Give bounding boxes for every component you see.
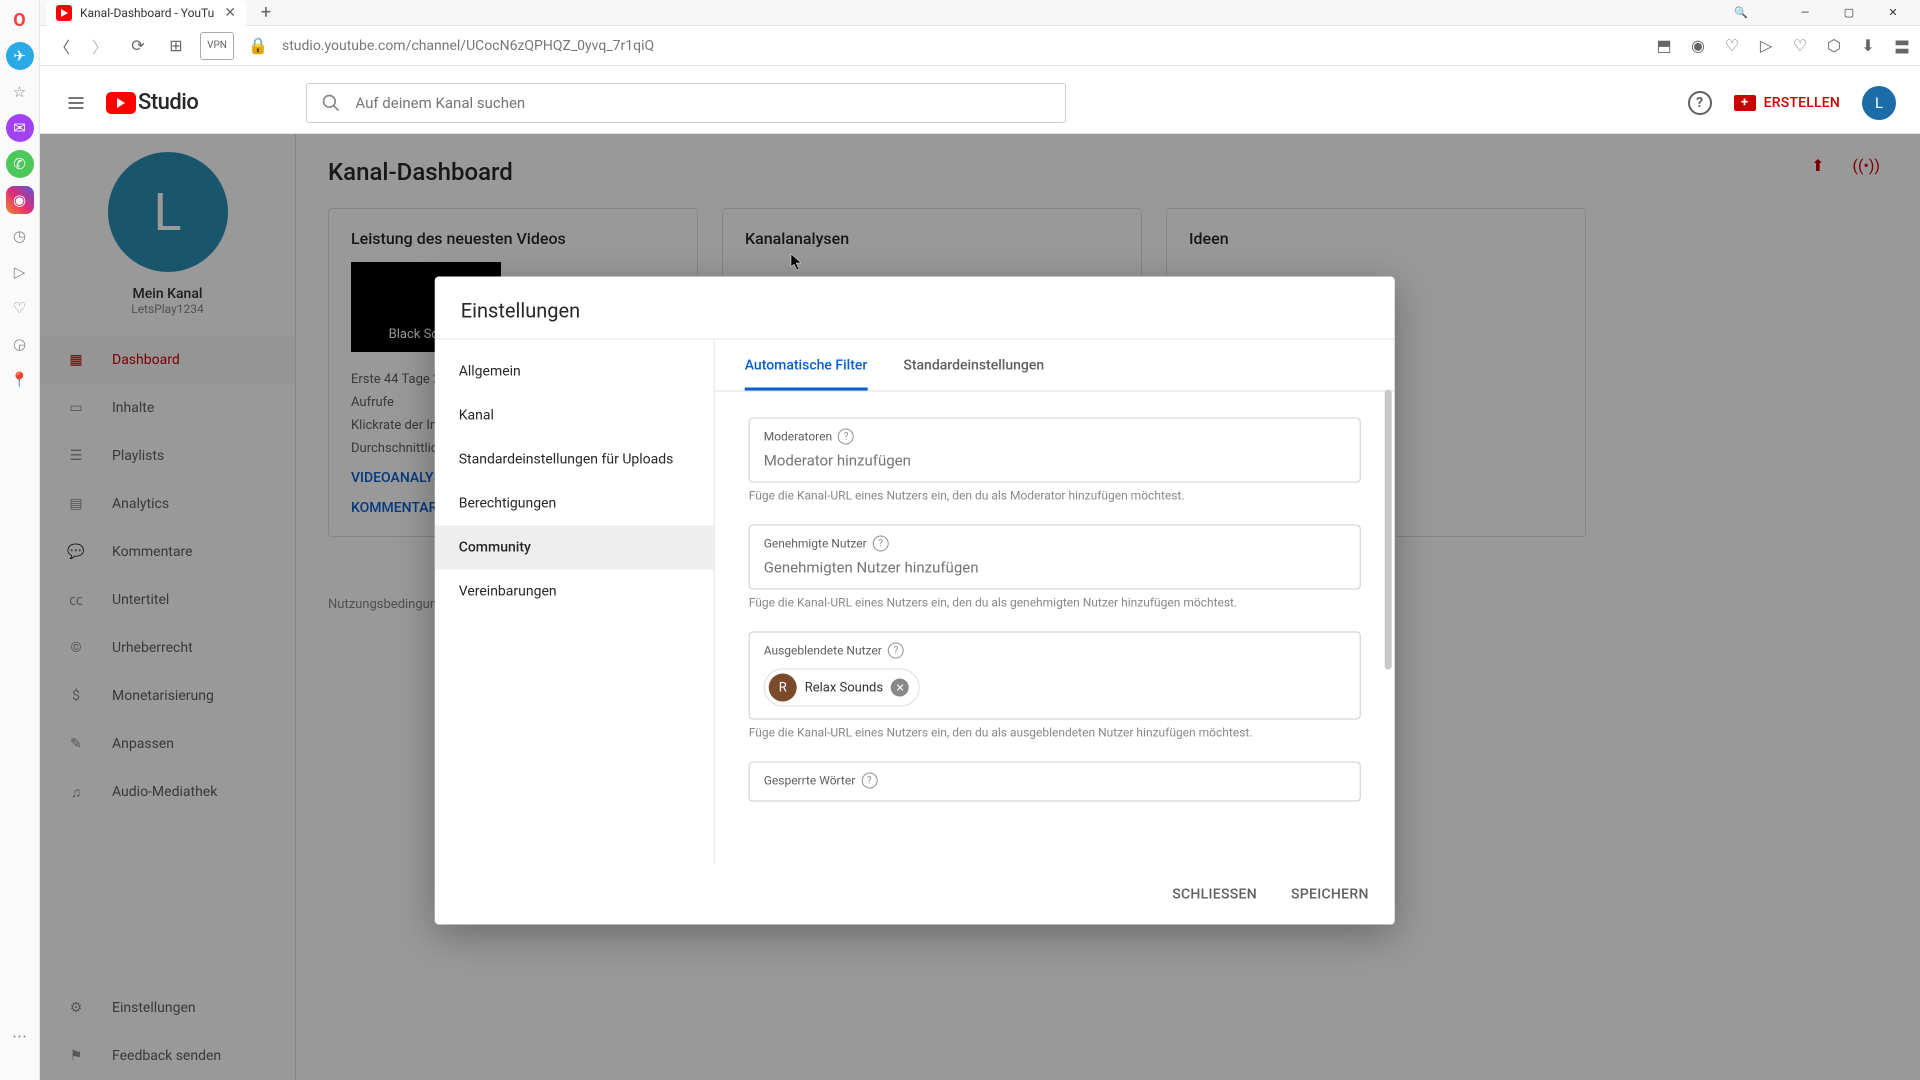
modal-nav-channel[interactable]: Kanal <box>435 394 714 438</box>
reload-button[interactable]: ⟳ <box>124 32 152 60</box>
tab-defaults[interactable]: Standardeinstellungen <box>903 340 1044 391</box>
help-icon[interactable]: ? <box>861 773 877 789</box>
chip-avatar: R <box>769 674 797 702</box>
chip-remove-icon[interactable]: ✕ <box>891 679 909 697</box>
chip-name: Relax Sounds <box>805 680 883 695</box>
moderators-help: Füge die Kanal-URL eines Nutzers ein, de… <box>749 489 1361 503</box>
easy-setup-icon[interactable]: 〓 <box>1892 36 1912 56</box>
settings-modal: Einstellungen Allgemein Kanal Standardei… <box>435 277 1395 925</box>
hidden-user-chip: R Relax Sounds ✕ <box>764 669 920 707</box>
whatsapp-icon[interactable]: ✆ <box>6 150 34 178</box>
save-button[interactable]: SPEICHERN <box>1287 879 1373 911</box>
close-tab-icon[interactable]: ✕ <box>224 5 236 21</box>
telegram-icon[interactable]: ✈ <box>6 42 34 70</box>
search-box[interactable] <box>306 83 1066 123</box>
browser-tabbar: Kanal-Dashboard - YouTu ✕ + 🔍 — ▢ ✕ <box>40 0 1920 26</box>
modal-scrollbar[interactable] <box>1385 390 1392 670</box>
send-icon[interactable]: ▷ <box>1756 36 1776 56</box>
back-button[interactable]: 〈 <box>48 32 76 60</box>
url-text[interactable]: studio.youtube.com/channel/UCocN6zQPHQZ_… <box>282 38 1644 54</box>
studio-header: Studio ? ERSTELLEN L <box>40 72 1920 134</box>
search-icon <box>321 93 341 113</box>
camera-icon[interactable]: ◉ <box>1688 36 1708 56</box>
youtube-favicon-icon <box>56 5 72 21</box>
help-icon[interactable]: ? <box>838 429 854 445</box>
user-avatar[interactable]: L <box>1862 86 1896 120</box>
help-icon[interactable]: ? <box>873 536 889 552</box>
tab-auto-filter[interactable]: Automatische Filter <box>745 340 868 391</box>
browser-tab[interactable]: Kanal-Dashboard - YouTu ✕ <box>46 0 246 28</box>
studio-logo[interactable]: Studio <box>106 90 198 115</box>
search-everywhere-icon[interactable]: 🔍 <box>1720 1 1762 25</box>
modal-side-nav: Allgemein Kanal Standardeinstellungen fü… <box>435 340 715 865</box>
moderator-input[interactable] <box>764 452 1346 470</box>
modal-content-pane: Automatische Filter Standardeinstellunge… <box>715 340 1395 865</box>
bookmark-icon[interactable]: ☆ <box>6 78 34 106</box>
lock-icon[interactable]: 🔒 <box>244 32 272 60</box>
instagram-icon[interactable]: ◉ <box>6 186 34 214</box>
modal-nav-general[interactable]: Allgemein <box>435 350 714 394</box>
pin-icon[interactable]: 📍 <box>6 366 34 394</box>
more-icon[interactable]: ⋯ <box>6 1022 34 1050</box>
cube-icon[interactable]: ⬡ <box>1824 36 1844 56</box>
approved-input[interactable] <box>764 559 1346 577</box>
create-label: ERSTELLEN <box>1764 95 1840 111</box>
play-icon[interactable]: ▷ <box>6 258 34 286</box>
help-icon[interactable]: ? <box>1688 91 1712 115</box>
address-bar-row: 〈 〉 ⟳ ⊞ VPN 🔒 studio.youtube.com/channel… <box>40 26 1920 66</box>
moderators-field[interactable]: Moderatoren? <box>749 418 1361 483</box>
bookmark-page-icon[interactable]: ♡ <box>1722 36 1742 56</box>
maximize-button[interactable]: ▢ <box>1828 1 1870 25</box>
approved-label: Genehmigte Nutzer <box>764 537 867 551</box>
vpn-badge[interactable]: VPN <box>200 32 234 60</box>
tab-title: Kanal-Dashboard - YouTu <box>80 6 214 20</box>
hidden-users-field[interactable]: Ausgeblendete Nutzer? R Relax Sounds ✕ <box>749 632 1361 720</box>
hidden-label: Ausgeblendete Nutzer <box>764 644 882 658</box>
modal-nav-upload-defaults[interactable]: Standardeinstellungen für Uploads <box>435 438 714 482</box>
modal-nav-community[interactable]: Community <box>435 526 714 570</box>
search-input[interactable] <box>355 94 1051 112</box>
mouse-cursor-icon <box>790 253 804 275</box>
hamburger-menu-icon[interactable] <box>64 91 88 115</box>
heart-outline-icon[interactable]: ♡ <box>1790 36 1810 56</box>
minimize-button[interactable]: — <box>1784 1 1826 25</box>
speed-dial-icon[interactable]: ⊞ <box>162 32 190 60</box>
help-icon[interactable]: ? <box>888 643 904 659</box>
new-tab-button[interactable]: + <box>252 0 280 27</box>
modal-title: Einstellungen <box>435 277 1395 339</box>
approved-users-field[interactable]: Genehmigte Nutzer? <box>749 525 1361 590</box>
youtube-icon <box>106 92 136 114</box>
create-button[interactable]: ERSTELLEN <box>1734 95 1840 111</box>
modal-nav-permissions[interactable]: Berechtigungen <box>435 482 714 526</box>
heart-icon[interactable]: ♡ <box>6 294 34 322</box>
download-icon[interactable]: ⬇ <box>1858 36 1878 56</box>
close-button[interactable]: SCHLIESSEN <box>1168 879 1261 911</box>
media-icon[interactable]: ⬒ <box>1654 36 1674 56</box>
hidden-help: Füge die Kanal-URL eines Nutzers ein, de… <box>749 726 1361 740</box>
browser-sidebar: O ✈ ☆ ✉ ✆ ◉ ◷ ▷ ♡ ◶ 📍 ⋯ <box>0 0 40 1080</box>
history-icon[interactable]: ◷ <box>6 222 34 250</box>
opera-logo-icon[interactable]: O <box>6 6 34 34</box>
approved-help: Füge die Kanal-URL eines Nutzers ein, de… <box>749 596 1361 610</box>
blocked-words-field[interactable]: Gesperrte Wörter? <box>749 762 1361 802</box>
forward-button: 〉 <box>86 32 114 60</box>
studio-wordmark: Studio <box>138 90 198 115</box>
modal-nav-agreements[interactable]: Vereinbarungen <box>435 570 714 614</box>
clock-icon[interactable]: ◶ <box>6 330 34 358</box>
create-camera-icon <box>1734 95 1756 111</box>
close-window-button[interactable]: ✕ <box>1872 1 1914 25</box>
moderators-label: Moderatoren <box>764 430 832 444</box>
messenger-icon[interactable]: ✉ <box>6 114 34 142</box>
blocked-label: Gesperrte Wörter <box>764 774 856 788</box>
